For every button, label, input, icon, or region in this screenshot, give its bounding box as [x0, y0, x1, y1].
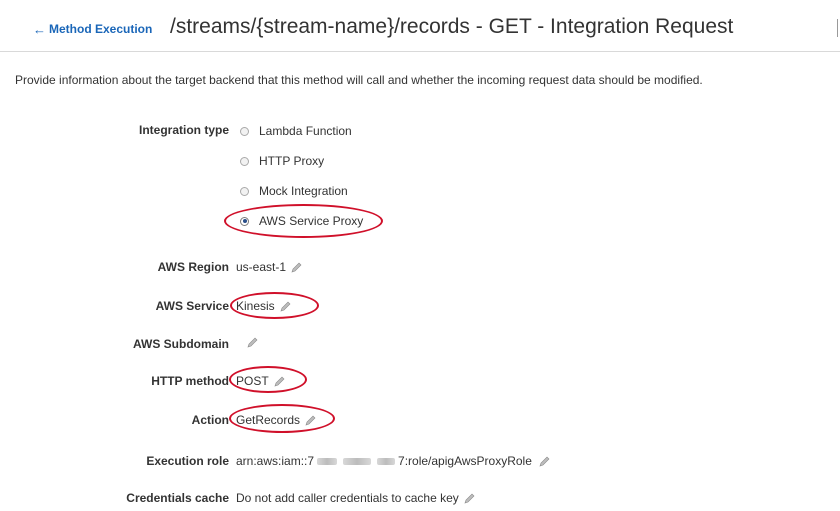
pencil-icon[interactable]: [274, 376, 285, 387]
pencil-icon[interactable]: [464, 493, 475, 504]
radio-button[interactable]: [240, 186, 249, 196]
radio-http-proxy[interactable]: HTTP Proxy: [240, 154, 324, 168]
aws-region-text: us-east-1: [236, 260, 287, 274]
page-title: /streams/{stream-name}/records - GET - I…: [170, 15, 734, 38]
credentials-cache-label: Credentials cache: [126, 491, 229, 505]
radio-mock-integration[interactable]: Mock Integration: [240, 184, 348, 198]
pencil-icon[interactable]: [291, 262, 302, 273]
aws-service-text: Kinesis: [236, 299, 275, 313]
pencil-icon[interactable]: [280, 301, 291, 312]
left-arrow-icon: ←: [33, 21, 46, 37]
radio-label: Lambda Function: [259, 124, 352, 138]
action-label: Action: [191, 413, 229, 427]
credentials-cache-value: Do not add caller credentials to cache k…: [236, 491, 475, 505]
execution-role-suffix: 7:role/apigAwsProxyRole: [398, 454, 532, 468]
radio-aws-service-proxy[interactable]: AWS Service Proxy: [240, 214, 363, 228]
radio-label: AWS Service Proxy: [259, 214, 364, 228]
action-row: Action GetRecords: [0, 411, 840, 431]
execution-role-label: Execution role: [146, 454, 229, 468]
action-text: GetRecords: [236, 413, 301, 427]
aws-service-row: AWS Service Kinesis: [0, 297, 840, 317]
http-method-text: POST: [236, 374, 269, 388]
credentials-cache-row: Credentials cache Do not add caller cred…: [0, 489, 840, 509]
aws-region-row: AWS Region us-east-1: [0, 258, 840, 278]
pencil-icon[interactable]: [539, 456, 550, 467]
execution-role-value: arn:aws:iam::7 7:role/apigAwsProxyRole: [236, 454, 550, 468]
radio-label: Mock Integration: [259, 184, 348, 198]
execution-role-row: Execution role arn:aws:iam::7 7:role/api…: [0, 452, 840, 472]
radio-lambda-function[interactable]: Lambda Function: [240, 124, 352, 138]
integration-type-label: Integration type: [138, 123, 229, 137]
aws-service-label: AWS Service: [155, 299, 229, 313]
aws-service-value: Kinesis: [236, 299, 291, 313]
http-method-label: HTTP method: [151, 374, 229, 388]
http-method-value: POST: [236, 374, 285, 388]
radio-label: HTTP Proxy: [259, 154, 325, 168]
back-to-method-execution-link[interactable]: ← Method Execution: [33, 22, 152, 36]
pencil-icon[interactable]: [305, 415, 316, 426]
aws-region-label: AWS Region: [157, 260, 229, 274]
radio-button[interactable]: [240, 126, 249, 136]
http-method-row: HTTP method POST: [0, 372, 840, 392]
radio-button[interactable]: [240, 156, 249, 166]
execution-role-prefix: arn:aws:iam::7: [236, 454, 315, 468]
redacted-block: [317, 457, 338, 465]
integration-type-row: Integration type: [0, 121, 840, 141]
page-description: Provide information about the target bac…: [15, 73, 703, 87]
radio-button-selected[interactable]: [240, 216, 249, 226]
credentials-cache-text: Do not add caller credentials to cache k…: [236, 491, 459, 505]
page-header: ← Method Execution /streams/{stream-name…: [0, 0, 840, 52]
aws-subdomain-label: AWS Subdomain: [133, 337, 229, 351]
redacted-block: [377, 457, 396, 465]
aws-subdomain-row: AWS Subdomain: [0, 335, 840, 355]
back-link-label: Method Execution: [49, 22, 153, 36]
redacted-block: [343, 457, 372, 465]
pencil-icon[interactable]: [247, 337, 258, 348]
action-value: GetRecords: [236, 413, 316, 427]
aws-region-value: us-east-1: [236, 260, 302, 274]
aws-subdomain-value: [242, 337, 258, 348]
